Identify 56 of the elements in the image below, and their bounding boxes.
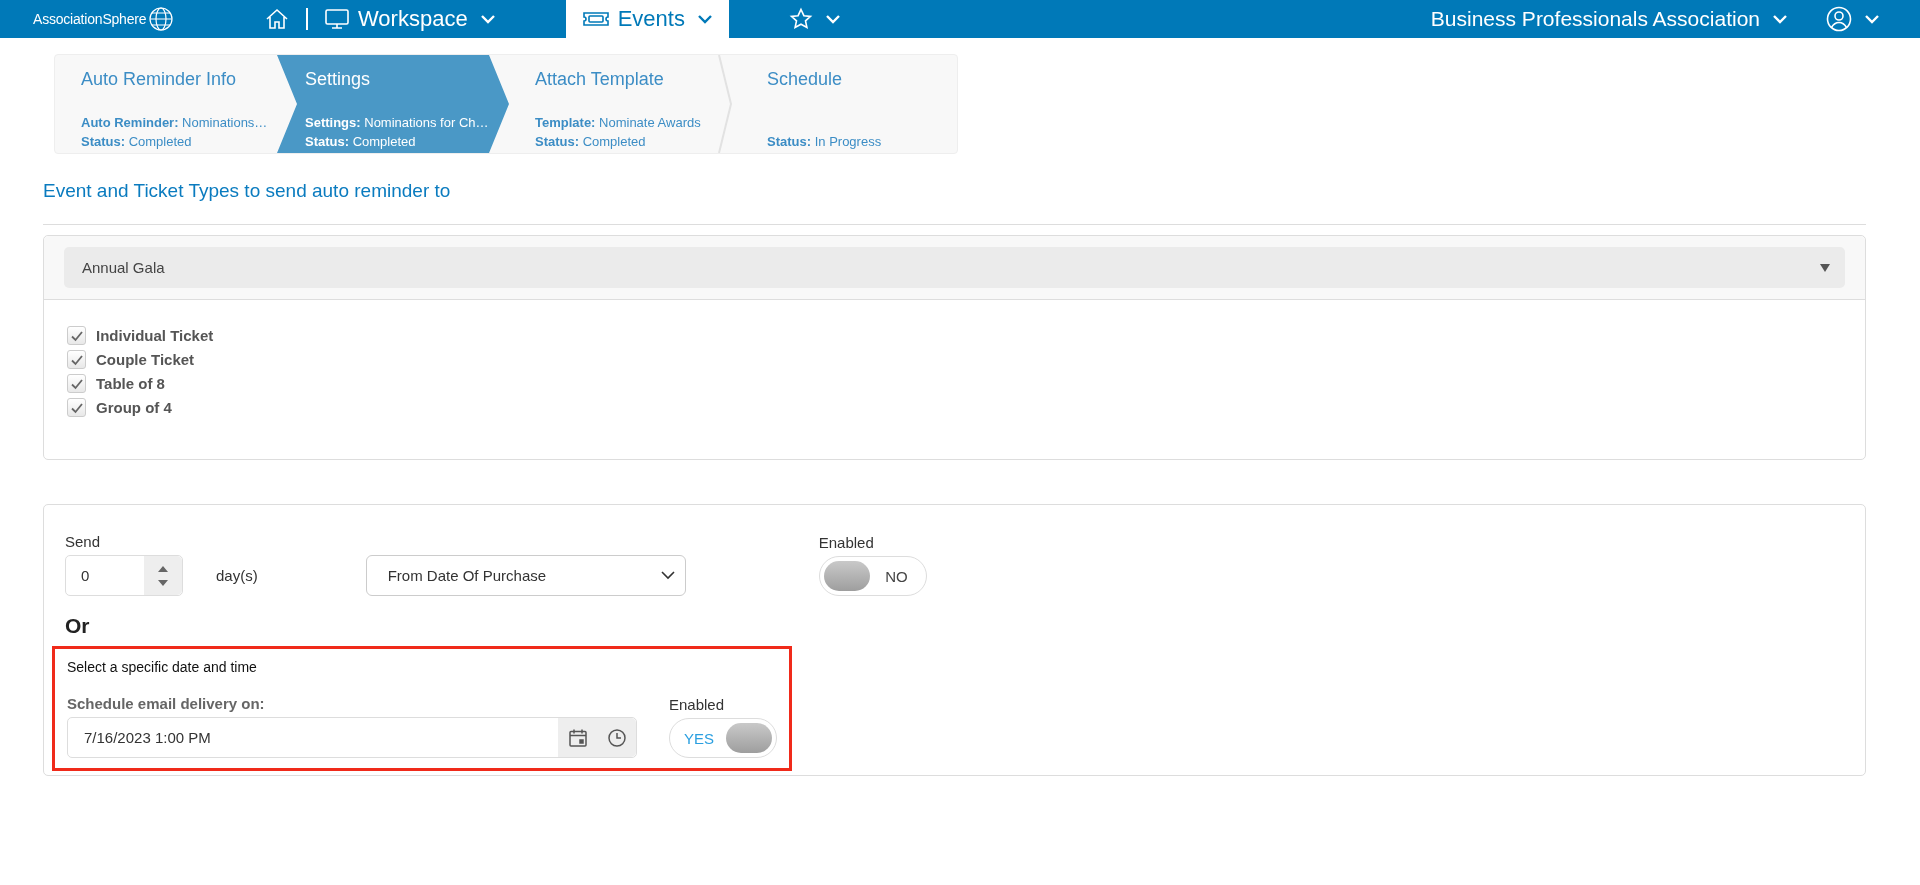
organization-menu[interactable]: Business Professionals Association [1420, 0, 1798, 38]
days-number-field[interactable]: 0 [65, 555, 183, 596]
chevron-down-icon [660, 571, 675, 580]
checkbox-label: Individual Ticket [96, 327, 214, 344]
enabled-toggle[interactable]: NO [818, 556, 927, 596]
step-detail: Auto Reminder: Nominations… [81, 114, 269, 132]
checkbox-label: Couple Ticket [96, 351, 195, 368]
wizard-step[interactable]: Attach Template Template: Nominate Awards Status: Completed [509, 55, 717, 153]
section-title: Event and Ticket Types to send auto reminder to [43, 180, 452, 202]
checkbox-label: Table of 8 [96, 375, 165, 392]
step-detail: Template: Nominate Awards [535, 114, 702, 132]
step-title: Auto Reminder Info [81, 69, 238, 91]
checkbox[interactable] [67, 350, 86, 369]
nav-menu-tab[interactable]: Events [565, 0, 729, 38]
days-unit-label: day(s) [216, 567, 258, 584]
step-detail: Settings: Nominations for Ch… [305, 114, 490, 132]
step-detail: Status: Completed [81, 133, 193, 151]
step-title: Attach Template [535, 69, 665, 91]
step-title: Schedule [767, 69, 844, 91]
delivery-date-label: Schedule email delivery on: [67, 695, 266, 712]
wizard-step[interactable]: Schedule Status: In Progress [741, 55, 949, 153]
checkbox[interactable] [67, 398, 86, 417]
caret-icon [1864, 14, 1880, 24]
enabled-label: Enabled [669, 696, 726, 713]
enabled-toggle[interactable]: YES [669, 718, 777, 758]
date-time-field[interactable]: 7/16/2023 1:00 PM [67, 717, 637, 758]
nav-menu-tab[interactable]: Workspace [314, 0, 506, 38]
home-icon [264, 7, 290, 31]
star-icon [788, 7, 813, 31]
caret-icon [696, 14, 713, 24]
step-detail: Status: In Progress [767, 133, 883, 151]
logo-text[interactable]: AssociationSphere [33, 11, 147, 27]
user-avatar-icon [1826, 6, 1852, 32]
monitor-icon [324, 7, 350, 31]
wizard-step[interactable]: Auto Reminder Info Auto Reminder: Nominations… Status: Completed [55, 55, 277, 153]
globe-icon [148, 6, 175, 32]
or-label: Or [65, 614, 91, 638]
checkbox[interactable] [67, 326, 86, 345]
send-label: Send [65, 533, 102, 550]
enabled-label: Enabled [818, 534, 875, 551]
caret-icon [824, 14, 841, 24]
calendar-icon[interactable] [567, 727, 588, 748]
step-title: Settings [305, 69, 372, 91]
caret-icon [1772, 14, 1788, 24]
event-select[interactable]: Annual Gala [64, 247, 1845, 288]
step-detail: Status: Completed [535, 133, 647, 151]
clock-icon[interactable] [606, 727, 627, 748]
specific-date-label: Select a specific date and time [67, 659, 258, 675]
checkbox-label: Group of 4 [96, 399, 172, 416]
from-date-select[interactable]: From Date Of Purchase [365, 555, 686, 596]
wizard-step[interactable]: Settings Settings: Nominations for Ch… Status: Completed [277, 55, 509, 153]
caret-icon [479, 14, 496, 24]
dropdown-triangle-icon [1819, 262, 1831, 273]
ticket-icon [581, 9, 610, 29]
step-detail: Status: Completed [305, 133, 417, 151]
checkbox[interactable] [67, 374, 86, 393]
